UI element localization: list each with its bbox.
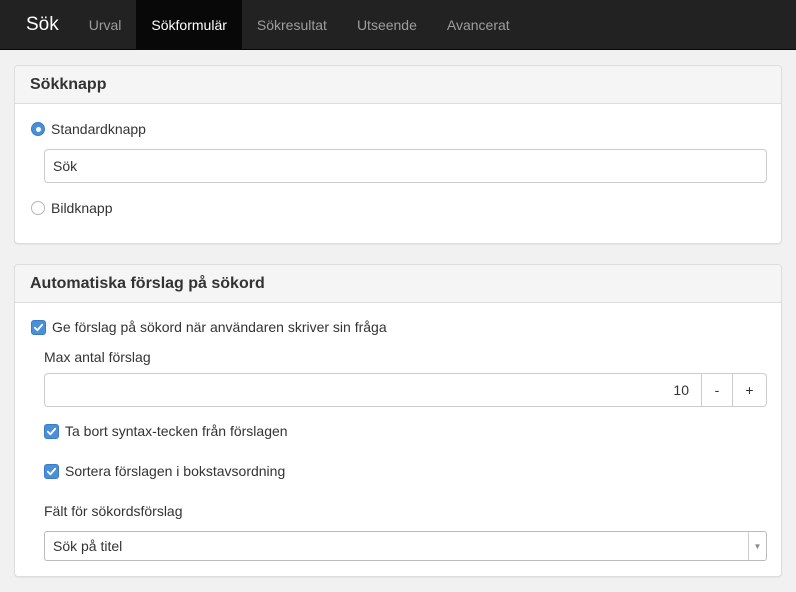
tab-urval[interactable]: Urval bbox=[74, 0, 137, 49]
suggestion-field-select[interactable]: Sök på titel ▼ bbox=[44, 531, 767, 561]
top-navbar: Sök Urval Sökformulär Sökresultat Utseen… bbox=[0, 0, 796, 50]
search-button-panel: Sökknapp Standardknapp Sök Bildknapp bbox=[14, 65, 782, 244]
panel-title: Sökknapp bbox=[15, 66, 781, 104]
app-brand[interactable]: Sök bbox=[0, 0, 74, 49]
enable-suggestions-label: Ge förslag på sökord när användaren skri… bbox=[52, 319, 387, 335]
standard-button-option[interactable]: Standardknapp bbox=[31, 121, 146, 137]
suggestions-panel: Automatiska förslag på sökord Ge förslag… bbox=[14, 264, 782, 577]
sort-suggestions-label: Sortera förslagen i bokstavsordning bbox=[65, 463, 286, 479]
enable-suggestions-checkbox[interactable] bbox=[31, 319, 46, 335]
suggestion-field-value: Sök på titel bbox=[53, 538, 123, 554]
max-suggestions-input[interactable]: 10 bbox=[44, 373, 701, 407]
strip-syntax-option[interactable]: Ta bort syntax-tecken från förslagen bbox=[44, 423, 288, 439]
standard-button-label: Standardknapp bbox=[51, 121, 146, 137]
dropdown-arrow-icon[interactable]: ▼ bbox=[748, 532, 766, 560]
sort-suggestions-option[interactable]: Sortera förslagen i bokstavsordning bbox=[44, 463, 285, 479]
panel-title: Automatiska förslag på sökord bbox=[15, 265, 781, 303]
tab-utseende[interactable]: Utseende bbox=[342, 0, 432, 49]
image-button-label: Bildknapp bbox=[51, 200, 113, 216]
tab-sokformular[interactable]: Sökformulär bbox=[136, 0, 242, 49]
enable-suggestions-option[interactable]: Ge förslag på sökord när användaren skri… bbox=[31, 319, 387, 335]
max-suggestions-stepper: 10 - + bbox=[44, 373, 767, 407]
image-button-radio[interactable] bbox=[31, 201, 45, 215]
image-button-option[interactable]: Bildknapp bbox=[31, 200, 113, 216]
tab-sokresultat[interactable]: Sökresultat bbox=[242, 0, 342, 49]
button-text-input[interactable]: Sök bbox=[44, 149, 767, 183]
checkmark-icon bbox=[46, 467, 57, 475]
max-suggestions-label: Max antal förslag bbox=[44, 349, 151, 365]
tab-avancerat[interactable]: Avancerat bbox=[432, 0, 525, 49]
standard-button-radio[interactable] bbox=[31, 122, 45, 136]
checkmark-icon bbox=[33, 323, 44, 331]
checkmark-icon bbox=[46, 427, 57, 435]
suggestion-field-label: Fält för sökordsförslag bbox=[44, 503, 183, 519]
strip-syntax-label: Ta bort syntax-tecken från förslagen bbox=[65, 423, 288, 439]
decrement-button[interactable]: - bbox=[701, 373, 733, 407]
increment-button[interactable]: + bbox=[733, 373, 767, 407]
strip-syntax-checkbox[interactable] bbox=[44, 423, 59, 439]
sort-suggestions-checkbox[interactable] bbox=[44, 463, 59, 479]
